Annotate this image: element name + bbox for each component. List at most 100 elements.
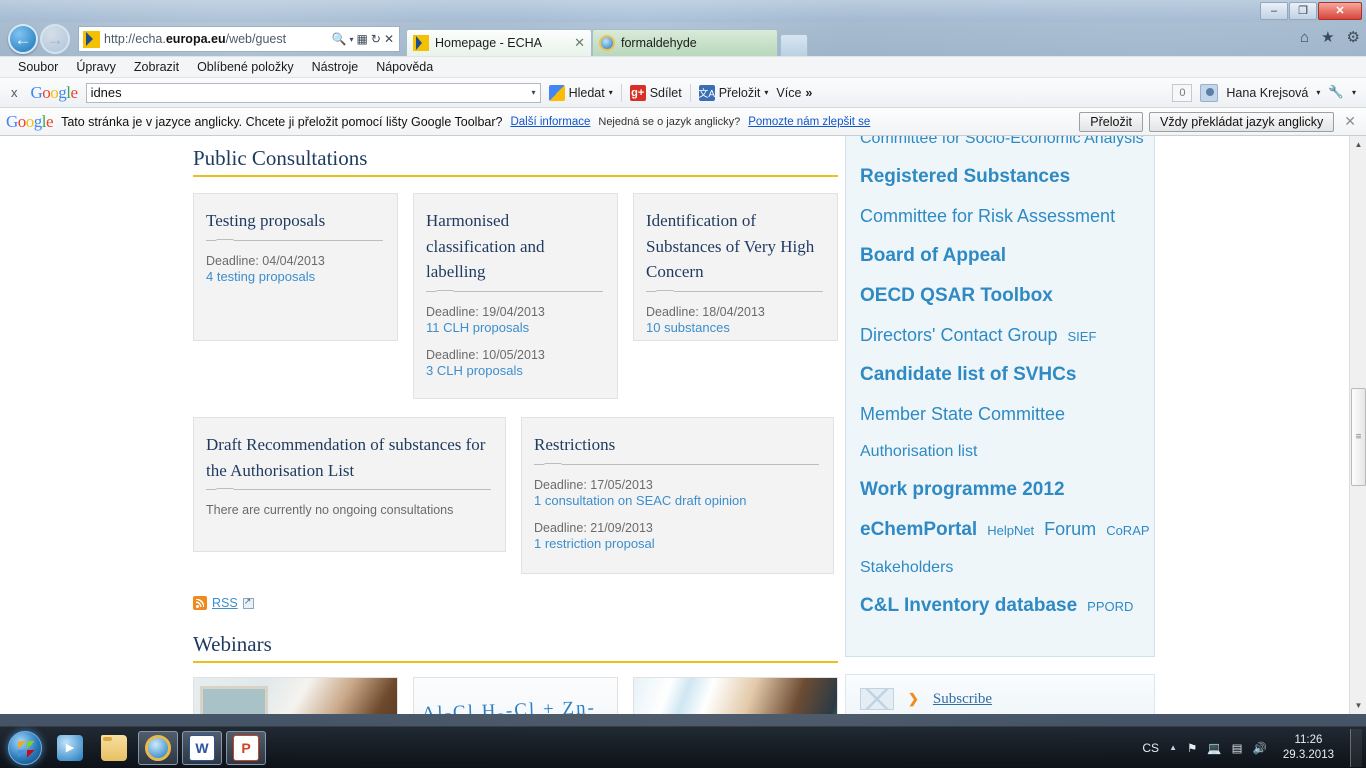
tab-close-icon[interactable]: ✕ [574,35,585,51]
translate-button[interactable]: Přeložit [1079,111,1143,132]
taskbar-item-file-explorer[interactable] [94,731,134,765]
scrollbar-thumb[interactable] [1351,388,1366,486]
taskbar-item-internet-explorer[interactable] [138,730,178,765]
stop-icon[interactable]: ✕ [384,32,394,46]
tag-corap[interactable]: CoRAP [1106,523,1149,538]
tag-authorisation-list[interactable]: Authorisation list [860,443,1140,461]
always-translate-button[interactable]: Vždy překládat jazyk anglicky [1148,111,1335,132]
new-tab-button[interactable] [780,34,808,56]
chevron-down-icon[interactable]: ▾ [764,88,768,97]
translate-prompt-text: Tato stránka je v jazyce anglicky. Chcet… [61,114,503,129]
scroll-up-arrow-icon[interactable]: ▲ [1350,136,1366,153]
card-link[interactable]: 1 restriction proposal [534,536,819,551]
card-harmonised-classification[interactable]: Harmonised classification and labelling … [413,193,618,399]
search-icon[interactable]: 🔍 [332,32,347,46]
help-improve-link[interactable]: Pomozte nám zlepšit se [748,116,870,128]
avatar[interactable] [1200,83,1219,102]
tag-member-state-committee[interactable]: Member State Committee [860,404,1140,425]
toolbar-button-prelozit[interactable]: 文A Přeložit ▾ [698,84,768,101]
toolbar-button-vice[interactable]: Více » [776,86,812,100]
back-button[interactable]: ← [8,24,38,54]
menu-item-napoveda[interactable]: Nápověda [376,60,433,74]
card-testing-proposals[interactable]: Testing proposals Deadline: 04/04/2013 4… [193,193,398,341]
tag-directors-contact-group[interactable]: Directors' Contact Group [860,325,1058,346]
card-link[interactable]: 3 CLH proposals [426,363,603,378]
webinar-thumbnail[interactable] [193,677,398,714]
chevron-down-icon[interactable]: ▾ [1352,88,1356,97]
clock[interactable]: 11:26 29.3.2013 [1277,733,1340,762]
tag-oecd-qsar-toolbox[interactable]: OECD QSAR Toolbox [860,285,1140,307]
taskbar-item-microsoft-powerpoint[interactable] [226,730,266,765]
tag-board-of-appeal[interactable]: Board of Appeal [860,245,1140,267]
tab-homepage-echa[interactable]: Homepage - ECHA ✕ [406,29,592,56]
tag-sief[interactable]: SIEF [1068,329,1097,344]
card-restrictions[interactable]: Restrictions Deadline: 17/05/2013 1 cons… [521,417,834,574]
card-link[interactable]: 11 CLH proposals [426,320,603,335]
tag-ppord[interactable]: PPORD [1087,599,1133,614]
card-svhc-identification[interactable]: Identification of Substances of Very Hig… [633,193,838,341]
toolbar-button-label: Více [776,85,802,100]
refresh-icon[interactable]: ↻ [371,32,381,46]
show-hidden-icons-icon[interactable]: ▲ [1169,743,1177,752]
tab-formaldehyde[interactable]: formaldehyde [592,29,778,56]
tag-candidate-list-of-svhcs[interactable]: Candidate list of SVHCs [860,364,1140,386]
toolbar-button-hledat[interactable]: Hledat ▾ [548,84,613,101]
compat-view-icon[interactable]: ▦ [357,32,368,46]
taskbar-item-windows-media-player[interactable] [50,731,90,765]
webinar-thumbnail[interactable] [413,677,618,714]
menu-item-oblibene-polozky[interactable]: Oblíbené položky [197,60,294,74]
menu-item-nastroje[interactable]: Nástroje [312,60,359,74]
subscribe-box[interactable]: ❯ Subscribe [845,674,1155,714]
tag-stakeholders[interactable]: Stakeholders [860,559,1140,577]
tag-forum[interactable]: Forum [1044,519,1096,540]
scroll-down-arrow-icon[interactable]: ▼ [1350,697,1366,714]
tag-cl-inventory-database[interactable]: C&L Inventory database [860,595,1077,617]
menu-item-zobrazit[interactable]: Zobrazit [134,60,179,74]
settings-gear-icon[interactable]: ⚙ [1347,28,1360,46]
close-icon[interactable]: ✕ [1340,113,1360,130]
tag-helpnet[interactable]: HelpNet [987,523,1034,538]
chevron-down-icon[interactable]: ▾ [609,88,613,97]
rss-link[interactable]: RSS [212,596,238,610]
show-desktop-button[interactable] [1350,728,1362,767]
address-prefix: http://echa. [104,32,166,46]
card-link[interactable]: 10 substances [646,320,823,335]
address-bar[interactable]: http://echa.europa.eu/web/guest 🔍 ▾ ▦ ↻ … [78,26,400,52]
google-search-input[interactable]: idnes ▾ [85,82,541,103]
toolbar-button-sdilet[interactable]: g+ Sdílet [629,84,682,101]
start-button[interactable] [2,729,48,767]
tag-committee-socio-economic-analysis[interactable]: Committee for Socio-Economic Analysis [860,136,1144,148]
tag-registered-substances[interactable]: Registered Substances [860,166,1140,188]
subscribe-link[interactable]: Subscribe [933,691,992,708]
minimize-button[interactable]: – [1260,2,1288,20]
favorites-star-icon[interactable]: ★ [1321,28,1334,46]
webinar-thumbnail[interactable] [633,677,838,714]
network-icon[interactable]: 💻 [1207,741,1221,755]
taskbar-item-microsoft-word[interactable] [182,730,222,765]
menu-item-upravy[interactable]: Úpravy [76,60,116,74]
tag-work-programme-2012[interactable]: Work programme 2012 [860,479,1140,501]
vertical-scrollbar[interactable]: ▲ ▼ [1349,136,1366,714]
forward-button[interactable]: → [40,24,70,54]
menu-item-soubor[interactable]: Soubor [18,60,58,74]
tag-committee-risk-assessment[interactable]: Committee for Risk Assessment [860,206,1140,227]
wrench-settings-icon[interactable]: 🔧 [1328,85,1344,100]
card-link[interactable]: 4 testing proposals [206,269,383,284]
home-icon[interactable]: ⌂ [1300,29,1309,46]
flag-action-center-icon[interactable]: ⚑ [1187,741,1197,755]
close-button[interactable]: ✕ [1318,2,1362,20]
language-indicator[interactable]: CS [1142,741,1159,755]
card-draft-recommendation[interactable]: Draft Recommendation of substances for t… [193,417,506,552]
chevron-down-icon[interactable]: ▾ [350,35,354,44]
volume-icon[interactable]: 🔊 [1253,741,1267,755]
notification-count-badge[interactable]: 0 [1172,83,1193,102]
display-icon[interactable]: ▤ [1232,741,1243,755]
chevron-down-icon[interactable]: ▾ [532,88,536,97]
maximize-button[interactable]: ❐ [1289,2,1317,20]
tag-echemportal[interactable]: eChemPortal [860,519,977,541]
account-name[interactable]: Hana Krejsová [1226,86,1308,100]
toolbar-close-button[interactable]: x [6,85,23,100]
chevron-down-icon[interactable]: ▾ [1316,88,1320,97]
card-link[interactable]: 1 consultation on SEAC draft opinion [534,493,819,508]
more-info-link[interactable]: Další informace [510,116,590,128]
